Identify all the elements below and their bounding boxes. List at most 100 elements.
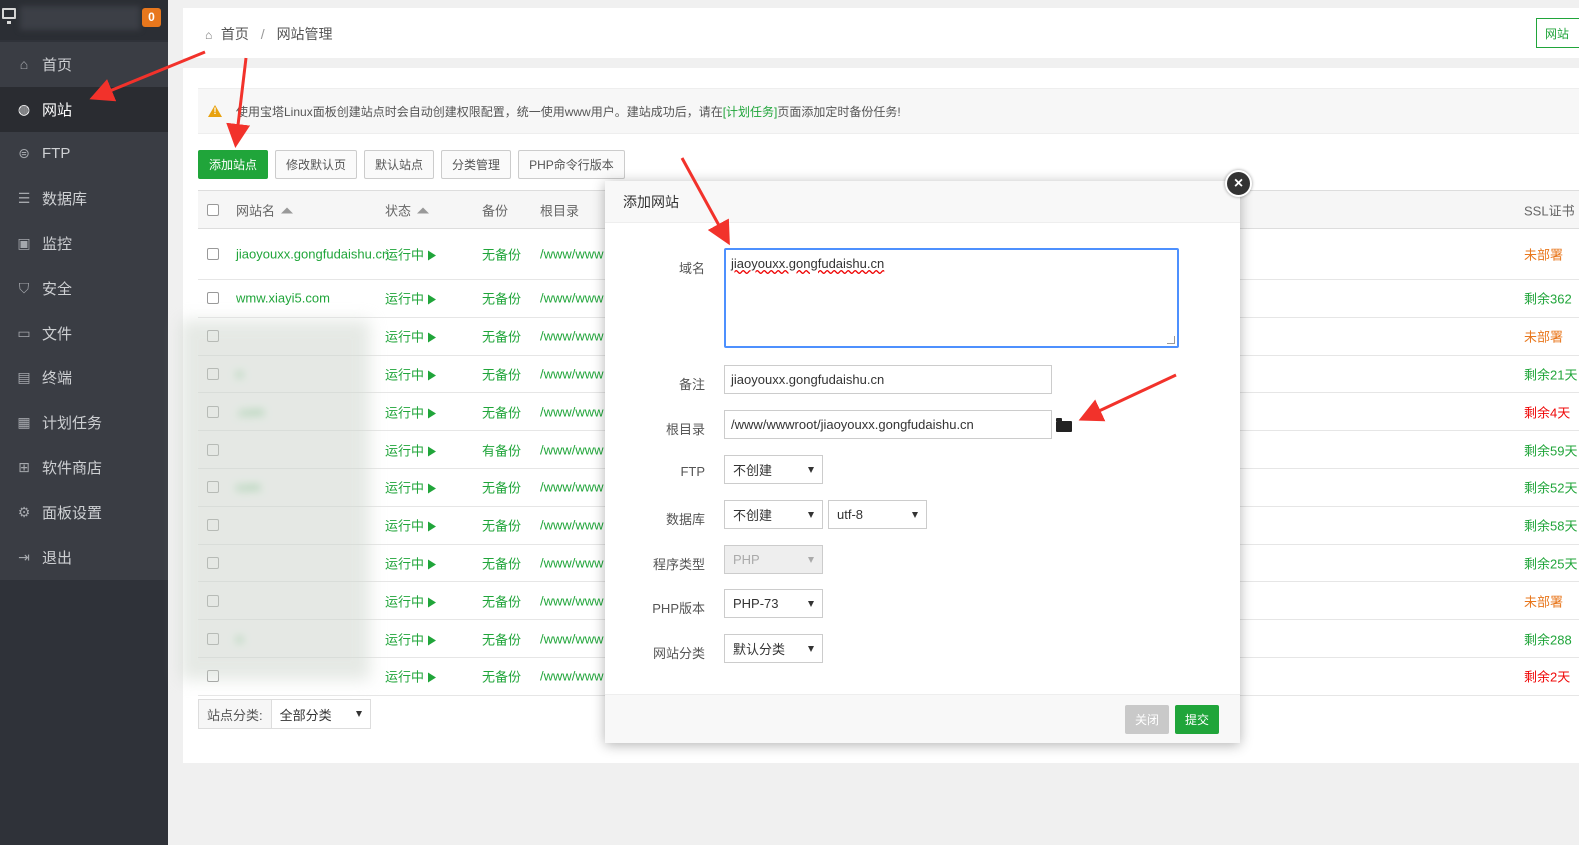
site-status[interactable]: 运行中 (385, 289, 437, 308)
site-ssl-status[interactable]: 剩余21天 (1524, 364, 1577, 383)
top-right-button[interactable]: 网站 (1536, 18, 1579, 48)
sidebar-item-terminal[interactable]: ▤ 终端 (0, 356, 168, 401)
site-status[interactable]: 运行中 (385, 667, 437, 686)
header-site-name[interactable]: 网站名 (236, 200, 294, 219)
root-input[interactable]: /www/wwwroot/jiaoyouxx.gongfudaishu.cn (724, 410, 1052, 439)
site-status[interactable]: 运行中 (385, 327, 437, 346)
sidebar-item-home[interactable]: ⌂ 首页 (0, 42, 168, 87)
site-root-path[interactable]: /www/www (540, 247, 604, 262)
sidebar-item-website[interactable]: ◍ 网站 (0, 86, 168, 132)
notification-badge[interactable]: 0 (142, 8, 161, 27)
php-cli-version-button[interactable]: PHP命令行版本 (518, 150, 625, 179)
site-root-path[interactable]: /www/www (540, 555, 604, 570)
breadcrumb-current: 网站管理 (276, 26, 333, 42)
site-status[interactable]: 运行中 (385, 478, 437, 497)
site-root-path[interactable]: /www/www (540, 480, 604, 495)
site-ssl-status[interactable]: 剩余58天 (1524, 516, 1577, 535)
header-status[interactable]: 状态 (385, 200, 430, 219)
close-icon[interactable]: × (1225, 170, 1252, 197)
site-root-path[interactable]: /www/www (540, 669, 604, 684)
default-site-button[interactable]: 默认站点 (364, 150, 435, 179)
php-version-select[interactable]: PHP-73 (724, 589, 823, 618)
site-ssl-status[interactable]: 剩余362 (1524, 289, 1572, 308)
site-ssl-status[interactable]: 剩余52天 (1524, 478, 1577, 497)
folder-open-icon[interactable] (1056, 418, 1072, 432)
site-backup[interactable]: 无备份 (482, 591, 521, 610)
header-root: 根目录 (540, 203, 580, 218)
site-root-path[interactable]: /www/www (540, 518, 604, 533)
sidebar-item-ftp[interactable]: ⊜ FTP (0, 132, 168, 177)
close-button[interactable]: 关闭 (1125, 705, 1170, 734)
sidebar-item-security[interactable]: ⛉ 安全 (0, 266, 168, 311)
database-select[interactable]: 不创建 (724, 500, 823, 529)
site-ssl-status[interactable]: 未部署 (1524, 327, 1563, 346)
site-backup[interactable]: 无备份 (482, 245, 521, 264)
dialog-title: 添加网站 (605, 181, 1240, 223)
row-checkbox[interactable] (207, 248, 219, 260)
site-status[interactable]: 运行中 (385, 553, 437, 572)
site-backup[interactable]: 无备份 (482, 402, 521, 421)
database-label: 数据库 (665, 512, 705, 527)
site-ssl-status[interactable]: 剩余4天 (1524, 402, 1570, 421)
sidebar-item-cron[interactable]: ▦ 计划任务 (0, 400, 168, 445)
site-category-select[interactable]: 默认分类 (724, 634, 823, 663)
select-all-checkbox[interactable] (207, 203, 219, 216)
site-status[interactable]: 运行中 (385, 440, 437, 459)
site-backup[interactable]: 无备份 (482, 289, 521, 308)
site-ssl-status[interactable]: 剩余288 (1524, 629, 1572, 648)
sidebar-item-store[interactable]: ⊞ 软件商店 (0, 445, 168, 490)
site-backup[interactable]: 无备份 (482, 327, 521, 346)
site-ssl-status[interactable]: 剩余2天 (1524, 667, 1570, 686)
category-manage-button[interactable]: 分类管理 (441, 150, 512, 179)
site-ssl-status[interactable]: 未部署 (1524, 591, 1563, 610)
row-checkbox[interactable] (207, 292, 219, 305)
remark-input[interactable]: jiaoyouxx.gongfudaishu.cn (724, 365, 1052, 394)
domain-textarea[interactable]: jiaoyouxx.gongfudaishu.cn (724, 248, 1179, 348)
play-icon (428, 294, 437, 305)
sidebar-item-database[interactable]: ☰ 数据库 (0, 176, 168, 221)
chevron-down-icon (912, 511, 918, 518)
site-name-link[interactable]: jiaoyouxx.gongfudaishu.cn (236, 246, 389, 263)
site-status[interactable]: 运行中 (385, 402, 437, 421)
warning-icon (208, 105, 222, 117)
site-backup[interactable]: 无备份 (482, 629, 521, 648)
category-filter-select[interactable]: 全部分类 (272, 700, 370, 728)
site-root-path[interactable]: /www/www (540, 631, 604, 646)
notice-cron-link[interactable]: [计划任务] (723, 103, 778, 120)
privacy-blur (180, 320, 370, 680)
site-ssl-status[interactable]: 未部署 (1524, 245, 1563, 264)
site-root-path[interactable]: /www/www (540, 404, 604, 419)
site-root-path[interactable]: /www/www (540, 291, 604, 306)
sidebar-item-settings[interactable]: ⚙ 面板设置 (0, 490, 168, 535)
site-status[interactable]: 运行中 (385, 516, 437, 535)
site-ssl-status[interactable]: 剩余59天 (1524, 440, 1577, 459)
site-root-path[interactable]: /www/www (540, 593, 604, 608)
site-backup[interactable]: 无备份 (482, 516, 521, 535)
site-name-link[interactable]: wmw.xiayi5.com (236, 291, 330, 306)
sort-up-icon (417, 207, 430, 213)
site-root-path[interactable]: /www/www (540, 329, 604, 344)
sidebar-item-monitor[interactable]: ▣ 监控 (0, 221, 168, 266)
site-status[interactable]: 运行中 (385, 629, 437, 648)
sidebar-item-files[interactable]: ▭ 文件 (0, 311, 168, 356)
play-icon (428, 635, 437, 646)
modify-default-page-button[interactable]: 修改默认页 (275, 150, 358, 179)
add-site-button[interactable]: 添加站点 (198, 150, 269, 179)
site-status[interactable]: 运行中 (385, 591, 437, 610)
site-backup[interactable]: 无备份 (482, 364, 521, 383)
resize-handle-icon[interactable] (1167, 336, 1175, 344)
site-root-path[interactable]: /www/www (540, 442, 604, 457)
sidebar-item-logout[interactable]: ⇥ 退出 (0, 535, 168, 580)
ftp-select[interactable]: 不创建 (724, 455, 823, 484)
charset-select[interactable]: utf-8 (828, 500, 927, 529)
site-ssl-status[interactable]: 剩余25天 (1524, 553, 1577, 572)
submit-button[interactable]: 提交 (1175, 705, 1220, 734)
site-backup[interactable]: 无备份 (482, 478, 521, 497)
site-backup[interactable]: 有备份 (482, 440, 521, 459)
site-root-path[interactable]: /www/www (540, 366, 604, 381)
site-status[interactable]: 运行中 (385, 245, 437, 264)
site-backup[interactable]: 无备份 (482, 553, 521, 572)
site-status[interactable]: 运行中 (385, 364, 437, 383)
breadcrumb-home[interactable]: 首页 (221, 26, 249, 42)
site-backup[interactable]: 无备份 (482, 667, 521, 686)
